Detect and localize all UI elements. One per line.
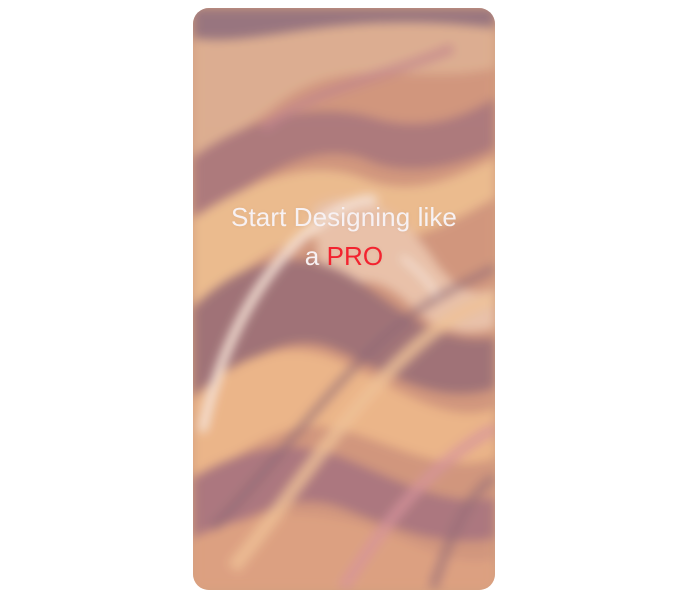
hero-headline: Start Designing like a PRO bbox=[193, 198, 495, 276]
headline-prefix: a bbox=[304, 241, 320, 271]
headline-accent-word: PRO bbox=[326, 241, 384, 271]
screen: Start Designing like a PRO bbox=[0, 0, 686, 599]
background-overlay bbox=[193, 8, 495, 590]
hero-card: Start Designing like a PRO bbox=[193, 8, 495, 590]
headline-line-1: Start Designing like bbox=[231, 202, 457, 232]
headline-line-2: a PRO bbox=[193, 237, 495, 276]
